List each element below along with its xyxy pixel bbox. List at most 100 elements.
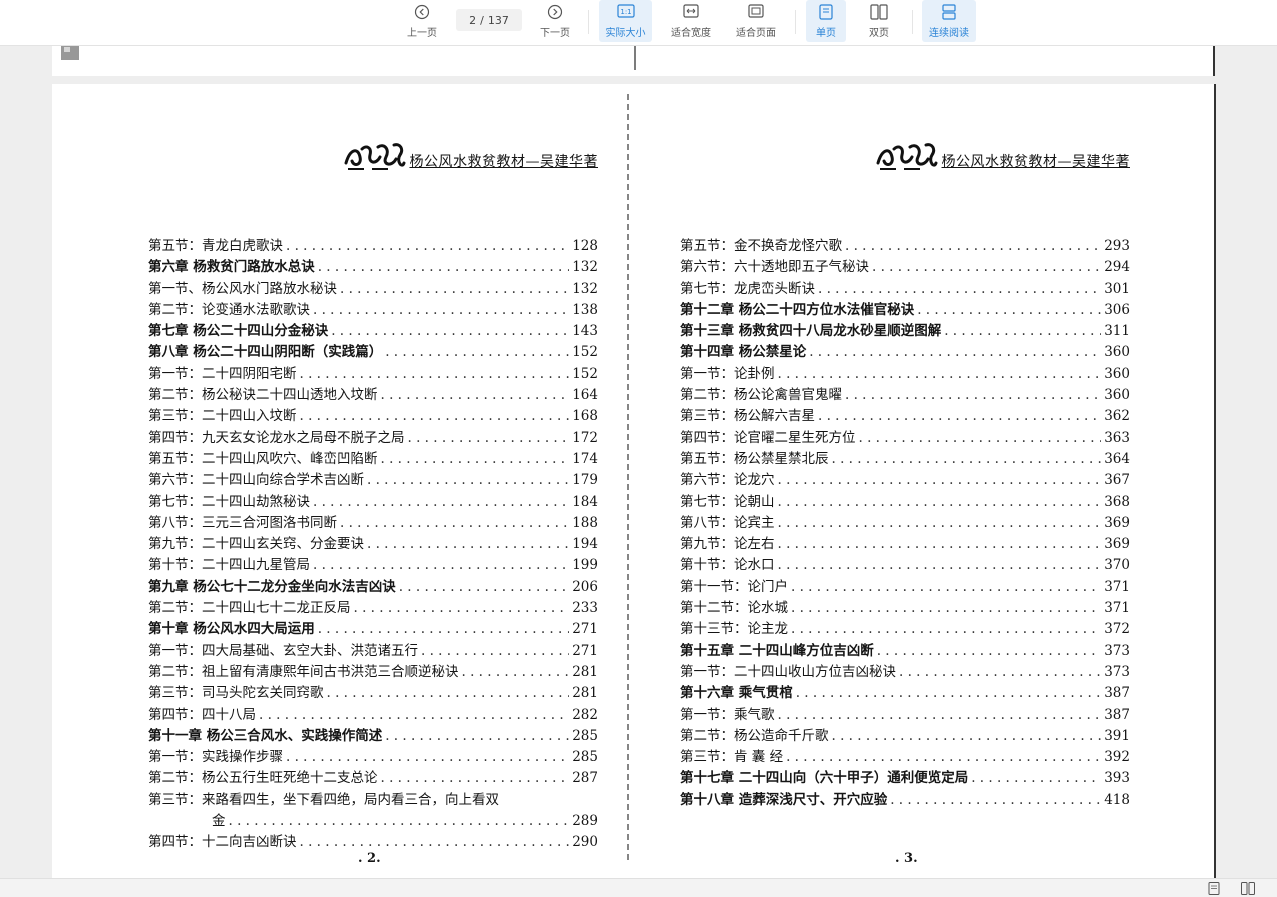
toc-entry-title: 第十四章 杨公禁星论: [680, 344, 807, 361]
toc-section-entry[interactable]: 第三节：司马头陀玄关同窍歌 281: [148, 681, 598, 702]
toc-leader-dots: [462, 664, 570, 680]
toc-leader-dots: [385, 344, 569, 360]
toc-section-entry[interactable]: 第二节：二十四山七十二龙正反局 233: [148, 596, 598, 617]
toc-chapter-entry[interactable]: 第十三章 杨救贫四十八局龙水砂星顺逆图解 311: [680, 319, 1130, 340]
toc-entry-page: 369: [1104, 536, 1130, 553]
toc-section-entry[interactable]: 第十三节：论主龙 372: [680, 617, 1130, 638]
toc-section-entry[interactable]: 第七节：二十四山劫煞秘诀 184: [148, 490, 598, 511]
fit-width-label: 适合宽度: [671, 27, 711, 39]
fit-width-button[interactable]: 适合宽度: [666, 0, 716, 42]
toc-section-entry[interactable]: 第四节：九天玄女论龙水之局母不脱子之局 172: [148, 426, 598, 447]
prev-page-button[interactable]: 上一页: [402, 0, 442, 42]
page-indicator[interactable]: 2 / 137: [456, 9, 522, 31]
toc-section-entry[interactable]: 金 289: [148, 809, 598, 830]
toc-leader-dots: [796, 685, 1102, 701]
toc-section-entry[interactable]: 第六节：六十透地即五子气秘诀 294: [680, 255, 1130, 276]
toc-leader-dots: [818, 281, 1101, 297]
toc-entry-page: 287: [572, 770, 598, 787]
toc-section-entry[interactable]: 第一节：二十四阴阳宅断 152: [148, 362, 598, 383]
toc-entry-title: 第五节：金不换奇龙怪穴歌: [680, 238, 842, 254]
toc-entry-page: 132: [572, 259, 598, 276]
toc-entry-title: 第五节：二十四山风吹穴、峰峦凹陷断: [148, 450, 378, 467]
fit-page-label: 适合页面: [736, 27, 776, 39]
toc-entry-page: 391: [1104, 727, 1130, 744]
next-page-button[interactable]: 下一页: [535, 0, 575, 42]
toc-section-entry[interactable]: 第二节：论变通水法歌歌诀 138: [148, 298, 598, 319]
toc-section-entry[interactable]: 第七节：龙虎峦头断诀 301: [680, 277, 1130, 298]
toc-section-entry[interactable]: 第一节：四大局基础、玄空大卦、洪范诸五行 271: [148, 639, 598, 660]
toc-section-entry[interactable]: 第五节：二十四山风吹穴、峰峦凹陷断 174: [148, 447, 598, 468]
toc-section-entry[interactable]: 第十二节：论水城 371: [680, 596, 1130, 617]
toc-section-entry[interactable]: 第二节：杨公论禽兽官鬼曜 360: [680, 383, 1130, 404]
toc-section-entry[interactable]: 第五节：杨公禁星禁北辰 364: [680, 447, 1130, 468]
toc-chapter-entry[interactable]: 第六章 杨救贫门路放水总诀 132: [148, 255, 598, 276]
toc-entry-page: 233: [572, 600, 598, 617]
toc-entry-title: 第一节：四大局基础、玄空大卦、洪范诸五行: [148, 642, 418, 659]
continuous-read-button[interactable]: 连续阅读: [922, 0, 976, 42]
total-pages-value: 137: [487, 13, 509, 27]
toc-section-entry[interactable]: 第一节：论卦例 360: [680, 362, 1130, 383]
toc-chapter-entry[interactable]: 第十二章 杨公二十四方位水法催官秘诀 306: [680, 298, 1130, 319]
toc-section-entry[interactable]: 第十一节：论门户 371: [680, 575, 1130, 596]
double-page-button[interactable]: 双页: [859, 0, 899, 42]
toc-chapter-entry[interactable]: 第十一章 杨公三合风水、实践操作简述 285: [148, 724, 598, 745]
toc-section-entry[interactable]: 第七节：论朝山 368: [680, 490, 1130, 511]
toc-entry-page: 285: [572, 749, 598, 766]
toc-section-entry[interactable]: 第八节：论宾主 369: [680, 511, 1130, 532]
toc-section-entry[interactable]: 第六节：二十四山向综合学术吉凶断 179: [148, 468, 598, 489]
toc-chapter-entry[interactable]: 第十八章 造葬深浅尺寸、开穴应验 418: [680, 788, 1130, 809]
toc-section-entry[interactable]: 第十节：论水口 370: [680, 553, 1130, 574]
toc-entry-page: 393: [1104, 770, 1130, 787]
toc-section-entry[interactable]: 第二节：杨公秘诀二十四山透地入坟断 164: [148, 383, 598, 404]
current-page-value[interactable]: 2: [469, 14, 476, 27]
document-viewport[interactable]: 杨公风水救贫教材—吴建华著 第五节：青龙白虎歌诀128第六章 杨救贫门路放水总诀…: [0, 46, 1277, 878]
toc-leader-dots: [877, 643, 1102, 659]
toc-section-entry[interactable]: 第二节：祖上留有清康熙年间古书洪范三合顺逆秘诀 281: [148, 660, 598, 681]
toc-section-entry[interactable]: 第五节：青龙白虎歌诀 128: [148, 234, 598, 255]
toc-section-entry[interactable]: 第四节：十二向吉凶断诀 290: [148, 830, 598, 851]
toc-chapter-entry[interactable]: 第十六章 乘气贯棺 387: [680, 681, 1130, 702]
toc-entry-page: 360: [1104, 344, 1130, 361]
toc-chapter-entry[interactable]: 第十五章 二十四山峰方位吉凶断 373: [680, 639, 1130, 660]
toc-section-entry[interactable]: 第八节：三元三合河图洛书同断 188: [148, 511, 598, 532]
toc-entry-page: 152: [572, 344, 598, 361]
toc-section-entry[interactable]: 第三节：肯 囊 经 392: [680, 745, 1130, 766]
toc-section-entry[interactable]: 第四节：论官曜二星生死方位 363: [680, 426, 1130, 447]
toc-leader-dots: [399, 579, 570, 595]
toc-section-entry[interactable]: 第一节：实践操作步骤 285: [148, 745, 598, 766]
toc-section-entry[interactable]: 第三节：二十四山入坟断 168: [148, 404, 598, 425]
toc-entry-title: 第三节：来路看四生，坐下看四绝，局内看三合，向上看双: [148, 791, 499, 808]
toc-entry-title: 第十三章 杨救贫四十八局龙水砂星顺逆图解: [680, 323, 942, 340]
toc-chapter-entry[interactable]: 第十四章 杨公禁星论 360: [680, 340, 1130, 361]
toc-section-entry[interactable]: 第一节：乘气歌 387: [680, 703, 1130, 724]
double-page-icon[interactable]: [1241, 882, 1255, 895]
toc-chapter-entry[interactable]: 第八章 杨公二十四山阴阳断（实践篇） 152: [148, 340, 598, 361]
toc-chapter-entry[interactable]: 第十七章 二十四山向（六十甲子）通利便览定局 393: [680, 766, 1130, 787]
toolbar-divider: [588, 10, 589, 34]
single-page-icon[interactable]: [1207, 882, 1221, 895]
toc-section-entry[interactable]: 第二节：杨公五行生旺死绝十二支总论 287: [148, 766, 598, 787]
toc-chapter-entry[interactable]: 第十章 杨公风水四大局运用 271: [148, 617, 598, 638]
toc-entry-title: 第十五章 二十四山峰方位吉凶断: [680, 642, 874, 659]
toc-section-entry[interactable]: 第四节：四十八局 282: [148, 703, 598, 724]
toc-leader-dots: [944, 323, 1101, 339]
toc-section-entry[interactable]: 第三节：杨公解六吉星 362: [680, 404, 1130, 425]
toc-section-entry[interactable]: 第九节：论左右 369: [680, 532, 1130, 553]
toc-section-entry[interactable]: 第九节：二十四山玄关窍、分金要诀 194: [148, 532, 598, 553]
toc-section-entry[interactable]: 第二节：杨公造命千斤歌 391: [680, 724, 1130, 745]
toc-section-entry[interactable]: 第十节：二十四山九星管局 199: [148, 553, 598, 574]
toc-section-entry[interactable]: 第六节：论龙穴 367: [680, 468, 1130, 489]
toc-section-entry[interactable]: 第五节：金不换奇龙怪穴歌 293: [680, 234, 1130, 255]
toc-section-entry[interactable]: 第三节：来路看四生，坐下看四绝，局内看三合，向上看双: [148, 788, 598, 809]
toc-section-entry[interactable]: 第一节、杨公风水门路放水秘诀 132: [148, 277, 598, 298]
fit-page-button[interactable]: 适合页面: [731, 0, 781, 42]
toc-entry-page: 174: [572, 450, 598, 467]
actual-size-button[interactable]: 1:1 实际大小: [599, 0, 652, 42]
left-book-page: 杨公风水救贫教材—吴建华著 第五节：青龙白虎歌诀128第六章 杨救贫门路放水总诀…: [148, 84, 598, 878]
toc-section-entry[interactable]: 第一节：二十四山收山方位吉凶秘诀 373: [680, 660, 1130, 681]
toc-chapter-entry[interactable]: 第七章 杨公二十四山分金秘诀 143: [148, 319, 598, 340]
toc-entry-page: 372: [1104, 621, 1130, 638]
toc-leader-dots: [300, 834, 570, 850]
toc-chapter-entry[interactable]: 第九章 杨公七十二龙分金坐向水法吉凶诀 206: [148, 575, 598, 596]
single-page-button[interactable]: 单页: [806, 0, 846, 42]
